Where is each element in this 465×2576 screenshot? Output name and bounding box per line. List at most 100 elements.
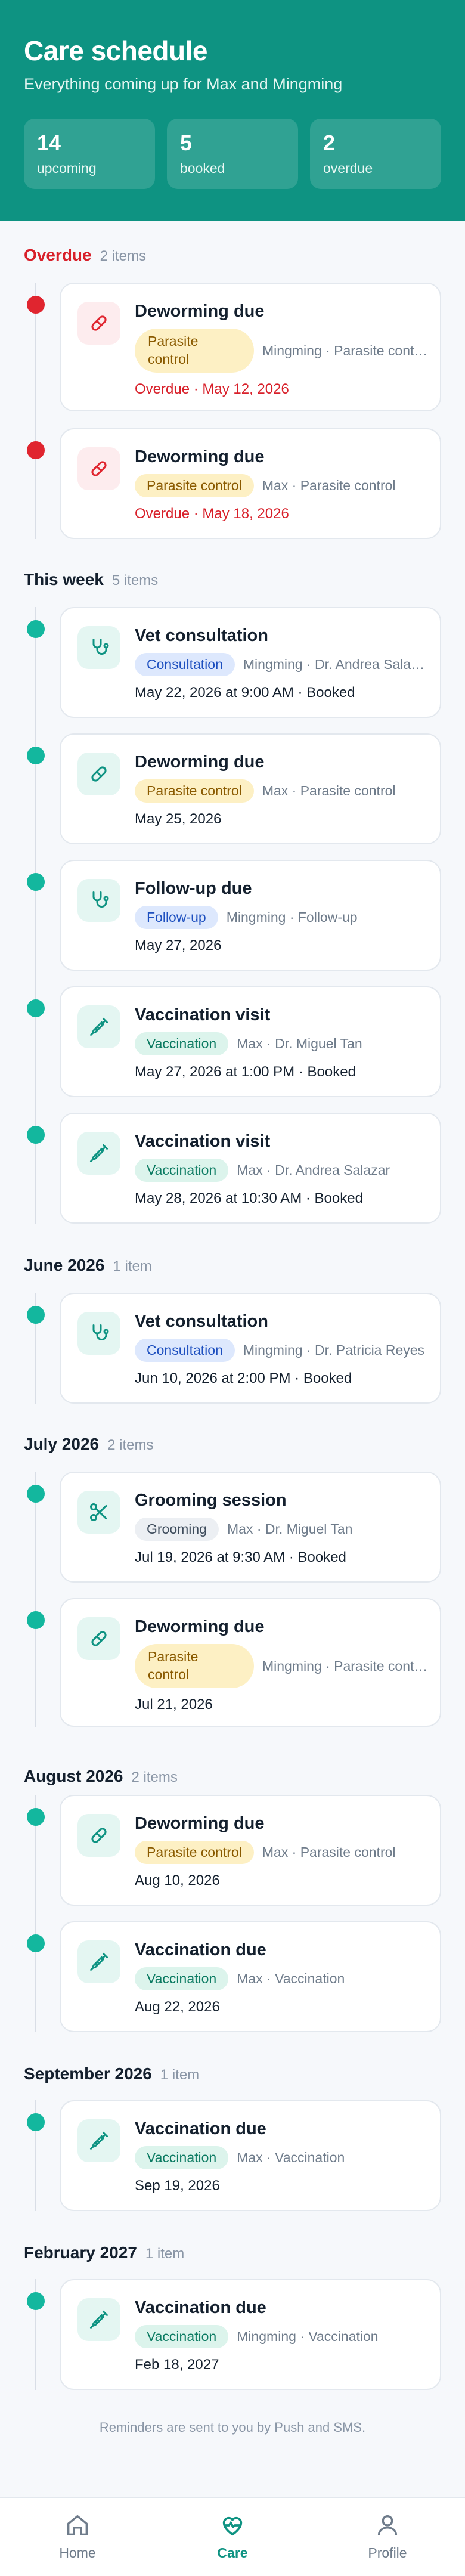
card-meta-row: Consultation Mingming · Dr. Andrea Salaz… bbox=[135, 653, 428, 676]
card-icon bbox=[78, 1940, 120, 1983]
card-date: Overdue · May 18, 2026 bbox=[135, 506, 289, 522]
stat-label: overdue bbox=[323, 160, 373, 176]
stat-value: 14 bbox=[37, 131, 61, 155]
section-count: 1 item bbox=[113, 1258, 152, 1274]
card-date: Overdue · May 12, 2026 bbox=[135, 381, 289, 397]
card-title: Deworming due bbox=[135, 1814, 265, 1833]
schedule-card[interactable]: Vet consultation Consultation Mingming ·… bbox=[60, 607, 441, 718]
card-icon bbox=[78, 302, 120, 345]
section-title: February 2027 bbox=[24, 2243, 137, 2262]
footer-note: Reminders are sent to you by Push and SM… bbox=[99, 2420, 366, 2435]
card-meta-row: Vaccination Mingming · Vaccination bbox=[135, 2325, 428, 2348]
stat-upcoming[interactable]: 14 upcoming bbox=[24, 119, 155, 189]
category-tag: Vaccination bbox=[135, 2325, 229, 2348]
card-body: Vaccination due Vaccination Mingming · V… bbox=[135, 2298, 428, 2373]
schedule-card[interactable]: Vaccination due Vaccination Max · Vaccin… bbox=[60, 2100, 441, 2211]
category-tag: Vaccination bbox=[135, 2146, 229, 2169]
card-meta-row: Consultation Mingming · Dr. Patricia Rey… bbox=[135, 1339, 428, 1362]
card-body: Deworming due Parasite control Max · Par… bbox=[135, 447, 428, 522]
card-body: Vaccination due Vaccination Max · Vaccin… bbox=[135, 2119, 428, 2194]
syringe-icon bbox=[90, 2311, 108, 2329]
section-header: Overdue 2 items bbox=[24, 246, 146, 265]
card-date: Jul 19, 2026 at 9:30 AM · Booked bbox=[135, 1549, 346, 1565]
header: Care schedule Everything coming up for M… bbox=[0, 0, 465, 221]
page-title: Care schedule bbox=[24, 35, 207, 66]
nav-label: Home bbox=[59, 2545, 96, 2560]
page-subtitle: Everything coming up for Max and Mingmin… bbox=[24, 75, 343, 93]
card-meta-row: Vaccination Max · Vaccination bbox=[135, 2146, 428, 2169]
card-date: May 22, 2026 at 9:00 AM · Booked bbox=[135, 685, 355, 701]
card-date: May 27, 2026 at 1:00 PM · Booked bbox=[135, 1064, 356, 1080]
category-tag: Vaccination bbox=[135, 1032, 229, 1055]
card-date: May 28, 2026 at 10:30 AM · Booked bbox=[135, 1190, 363, 1206]
schedule-card[interactable]: Vaccination visit Vaccination Max · Dr. … bbox=[60, 986, 441, 1097]
category-tag: Parasite control bbox=[135, 1841, 254, 1864]
section-title: July 2026 bbox=[24, 1435, 100, 1453]
schedule-card[interactable]: Vet consultation Consultation Mingming ·… bbox=[60, 1293, 441, 1404]
nav-profile[interactable]: Profile bbox=[310, 2498, 465, 2576]
card-meta-row: Vaccination Max · Dr. Andrea Salazar bbox=[135, 1159, 428, 1182]
nav-care[interactable]: Care bbox=[155, 2498, 310, 2576]
pill-icon bbox=[91, 1828, 107, 1843]
card-body: Deworming due Parasite control Mingming … bbox=[135, 1617, 428, 1713]
card-body: Vaccination visit Vaccination Max · Dr. … bbox=[135, 1005, 428, 1080]
card-meta: Mingming · Parasite control bbox=[262, 1658, 428, 1674]
schedule-card[interactable]: Deworming due Parasite control Max · Par… bbox=[60, 733, 441, 844]
card-icon bbox=[78, 2298, 120, 2341]
stethoscope-icon bbox=[92, 639, 109, 655]
card-meta: Max · Parasite control bbox=[262, 478, 396, 493]
stethoscope-icon bbox=[92, 891, 109, 908]
section-count: 1 item bbox=[160, 2067, 200, 2083]
schedule-card[interactable]: Vaccination due Vaccination Max · Vaccin… bbox=[60, 1921, 441, 2032]
stat-overdue[interactable]: 2 overdue bbox=[310, 119, 441, 189]
card-meta: Max · Parasite control bbox=[262, 783, 396, 798]
card-title: Deworming due bbox=[135, 753, 265, 772]
card-meta-row: Vaccination Max · Vaccination bbox=[135, 1967, 428, 1990]
section-header: June 2026 1 item bbox=[24, 1256, 152, 1275]
card-icon bbox=[78, 447, 120, 490]
section-title: Overdue bbox=[24, 246, 92, 264]
pill-icon bbox=[91, 461, 107, 476]
schedule-card[interactable]: Vaccination visit Vaccination Max · Dr. … bbox=[60, 1113, 441, 1224]
syringe-icon bbox=[90, 1953, 108, 1971]
timeline-dot bbox=[27, 1934, 45, 1952]
schedule-card[interactable]: Deworming due Parasite control Mingming … bbox=[60, 1598, 441, 1727]
timeline-dot bbox=[27, 1485, 45, 1503]
card-meta: Mingming · Dr. Patricia Reyes bbox=[243, 1342, 425, 1358]
heart-pulse-icon bbox=[222, 2516, 243, 2536]
schedule-card[interactable]: Grooming session Grooming Max · Dr. Migu… bbox=[60, 1472, 441, 1583]
card-meta: Max · Vaccination bbox=[237, 1971, 345, 1986]
schedule-card[interactable]: Follow-up due Follow-up Mingming · Follo… bbox=[60, 860, 441, 971]
card-title: Deworming due bbox=[135, 302, 265, 321]
card-date: Aug 22, 2026 bbox=[135, 1999, 220, 2015]
timeline-dot bbox=[27, 441, 45, 459]
category-tag: Parasite control bbox=[135, 329, 254, 373]
section-header: August 2026 2 items bbox=[24, 1767, 178, 1786]
card-title: Vaccination visit bbox=[135, 1132, 271, 1151]
card-title: Deworming due bbox=[135, 1617, 265, 1636]
schedule-card[interactable]: Vaccination due Vaccination Mingming · V… bbox=[60, 2279, 441, 2390]
card-meta: Max · Dr. Miguel Tan bbox=[237, 1036, 362, 1051]
category-tag: Consultation bbox=[135, 1339, 235, 1362]
category-tag: Parasite control bbox=[135, 779, 254, 803]
card-title: Vaccination due bbox=[135, 1940, 266, 1959]
card-title: Vet consultation bbox=[135, 626, 268, 645]
stat-label: booked bbox=[180, 160, 225, 176]
stat-booked[interactable]: 5 booked bbox=[167, 119, 298, 189]
timeline-rail bbox=[35, 1795, 36, 2032]
section-count: 1 item bbox=[145, 2246, 185, 2262]
card-icon bbox=[78, 1312, 120, 1355]
schedule-card[interactable]: Deworming due Parasite control Max · Par… bbox=[60, 1795, 441, 1906]
schedule-card[interactable]: Deworming due Parasite control Max · Par… bbox=[60, 428, 441, 539]
syringe-icon bbox=[90, 1144, 108, 1162]
card-icon bbox=[78, 1617, 120, 1660]
section-title: This week bbox=[24, 570, 104, 589]
schedule-card[interactable]: Deworming due Parasite control Mingming … bbox=[60, 283, 441, 411]
section-count: 2 items bbox=[107, 1437, 154, 1453]
stat-label: upcoming bbox=[37, 160, 97, 176]
category-tag: Parasite control bbox=[135, 1644, 254, 1688]
card-meta: Max · Parasite control bbox=[262, 1844, 396, 1860]
stethoscope-icon bbox=[92, 1324, 109, 1340]
nav-home[interactable]: Home bbox=[0, 2498, 155, 2576]
card-date: Aug 10, 2026 bbox=[135, 1872, 220, 1888]
